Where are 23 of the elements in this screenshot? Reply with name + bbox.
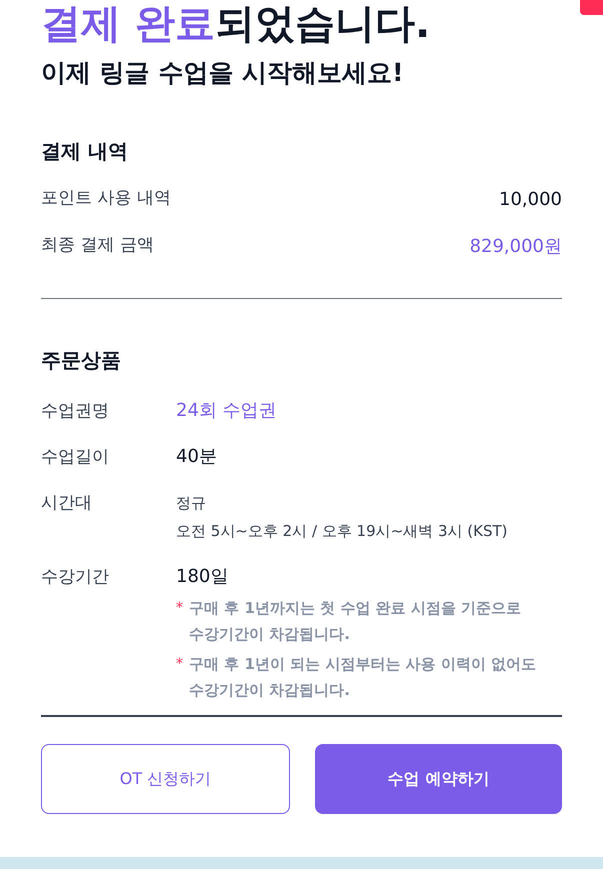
asterisk-mark: * [176,598,183,618]
row-label: 수강기간 [41,566,110,588]
section-heading: 주문상품 [41,346,122,374]
note-text: 구매 후 1년이 되는 시점부터는 사용 이력이 없어도 수강기간이 차감됩니다. [189,654,536,700]
subtitle: 이제 링글 수업을 시작해보세요! [41,57,405,89]
reserve-button[interactable]: 수업 예약하기 [315,744,562,814]
row-label: 수업권명 [41,400,110,422]
row-label: 포인트 사용 내역 [41,187,171,210]
section-heading: 결제 내역 [41,138,129,164]
row-label: 시간대 [41,492,93,514]
asterisk-mark: * [176,654,183,674]
row-value: 180일 [176,564,230,588]
row-value: 829,000원 [470,234,562,258]
row-label: 수업길이 [41,446,110,468]
row-label: 최종 결제 금액 [41,234,154,258]
page-title: 결제 완료되었습니다. [41,2,432,46]
apply-button[interactable]: OT 신청하기 [41,744,290,814]
row-value: 40분 [176,444,217,468]
row-value: 오전 5시~오후 2시 / 오후 19시~새벽 3시 (KST) [176,520,508,542]
row-value: 24회 수업권 [176,398,277,422]
note-text: 구매 후 1년까지는 첫 수업 완료 시점을 기준으로 수강기간이 차감됩니다. [189,598,522,644]
row-value: 정규 [176,492,207,514]
row-value: 10,000 [499,188,562,212]
